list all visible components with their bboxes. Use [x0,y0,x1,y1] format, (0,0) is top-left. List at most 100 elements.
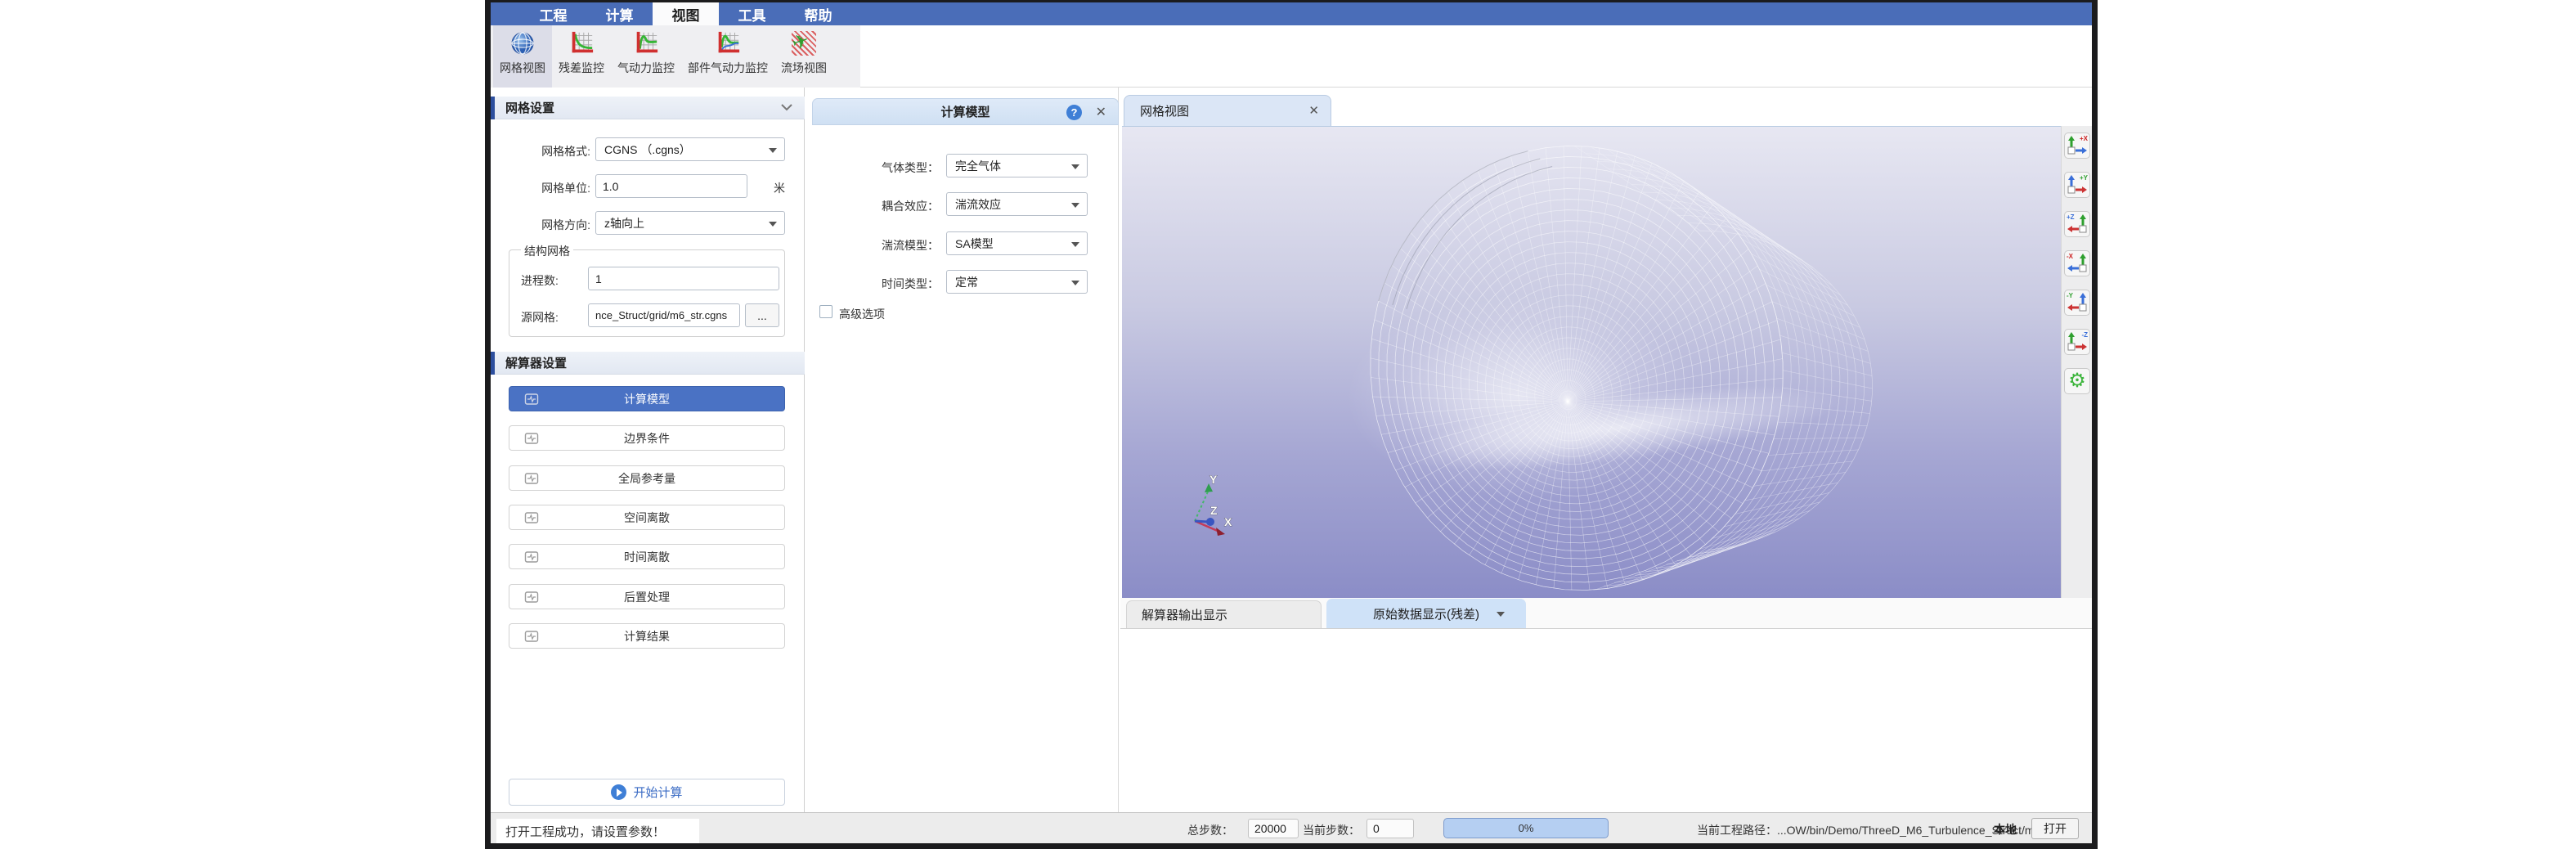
view-plus-y-button[interactable]: +Y [2064,172,2090,198]
source-mesh-input[interactable] [588,303,740,327]
menu-item-compute[interactable]: 计算 [586,2,653,25]
time-type-value: 定常 [955,274,978,290]
mesh-settings-panel: 网格设置 网格格式: CGNS （.cgns） 网格单位: 米 网格方向: z轴… [491,88,805,815]
chevron-down-icon[interactable] [780,103,793,111]
status-message: 打开工程成功，请设置参数！ [496,819,699,843]
gas-type-label: 气体类型： [849,159,939,176]
+X-axes-icon: +X [2065,133,2089,158]
mesh-3d-viewport[interactable]: Y X Z [1122,126,2061,598]
view-minus-x-button[interactable]: -X [2064,250,2090,276]
toolbar-residual-monitor-button[interactable]: 残差监控 [552,25,611,88]
status-bar: 打开工程成功，请设置参数！ 总步数： 当前步数： 0% 当前工程路径：...OW… [491,812,2092,843]
mesh-format-select[interactable]: CGNS （.cgns） [595,137,785,161]
browse-label: ... [757,309,767,322]
mesh-unit-input[interactable] [595,174,747,198]
computation-model-header: 计算模型 ? ✕ [812,98,1119,125]
coupling-effect-select[interactable]: 湍流效应 [946,192,1088,216]
mesh-unit-label: 网格单位: [533,180,590,196]
toolbar-mesh-view-button[interactable]: 网格视图 [493,25,552,88]
view-minus-y-button[interactable]: -Y [2064,290,2090,316]
axis-triad: Y X Z [1159,469,1249,542]
view-settings-button[interactable]: ⚙ [2064,368,2090,394]
turbulence-model-value: SA模型 [955,236,994,252]
solver-output-tab[interactable]: 解算器输出显示 [1126,600,1322,628]
dropdown-arrow-icon [769,222,777,227]
svg-text:-Z: -Z [2081,331,2088,339]
toolbar-component-aero-monitor-button[interactable]: 部件气动力监控 [681,25,774,88]
view-orientation-toolbar: +X +Y +Z -X -Y -Z ⚙ [2061,126,2092,598]
gas-type-value: 完全气体 [955,158,1001,174]
project-path-value: ...OW/bin/Demo/ThreeD_M6_Turbulence_Stru… [1777,824,2072,837]
help-icon[interactable]: ? [1066,105,1082,120]
mesh-direction-select[interactable]: z轴向上 [595,211,785,235]
screen: 工程 计算 视图 工具 帮助 [0,0,2576,849]
raw-data-display-select[interactable]: 原始数据显示(残差) [1326,599,1526,628]
gear-icon: ⚙ [2068,371,2086,391]
pulse-icon [524,392,539,407]
app-window: 工程 计算 视图 工具 帮助 [485,0,2098,849]
raw-data-display-value: 原始数据显示(残差) [1373,605,1479,622]
close-icon[interactable]: ✕ [1308,103,1319,118]
menu-item-help[interactable]: 帮助 [785,2,851,25]
location-badge: 本地 [1994,821,2017,838]
solver-item-computation-model[interactable]: 计算模型 [509,386,785,411]
view-plus-z-button[interactable]: +Z [2064,211,2090,237]
app-content: 工程 计算 视图 工具 帮助 [491,2,2092,843]
menu-item-tools[interactable]: 工具 [719,2,785,25]
total-steps-input[interactable] [1248,819,1299,838]
pulse-icon [524,590,539,604]
toolbar-flowfield-view-button[interactable]: ✈ 流场视图 [774,25,833,88]
close-icon[interactable]: ✕ [1096,104,1106,120]
dropdown-arrow-icon [769,148,777,153]
dropdown-arrow-icon [1071,203,1079,208]
solver-item-time-discretization[interactable]: 时间离散 [509,544,785,569]
status-message-text: 打开工程成功，请设置参数！ [505,823,665,840]
toolbar-aero-monitor-button[interactable]: 气动力监控 [611,25,681,88]
toolbar-label: 部件气动力监控 [688,60,768,76]
start-computation-button[interactable]: 开始计算 [509,779,785,806]
wireframe-mesh-model [1122,127,2061,598]
turbulence-model-select[interactable]: SA模型 [946,231,1088,255]
total-steps-label: 总步数： [1187,822,1233,838]
mesh-format-value: CGNS （.cgns） [604,142,691,158]
mesh-settings-header[interactable]: 网格设置 [491,97,805,119]
-Z-axes-icon: -Z [2065,330,2089,354]
progress-bar: 0% [1443,818,1609,838]
output-tab-row: 解算器输出显示 原始数据显示(残差) [1120,598,2092,628]
globe-icon [509,29,536,57]
main-area: 网格设置 网格格式: CGNS （.cgns） 网格单位: 米 网格方向: z轴… [491,88,2092,815]
mesh-direction-label: 网格方向: [533,217,590,233]
current-steps-input[interactable] [1367,819,1414,838]
mesh-view-tab[interactable]: 网格视图 ✕ [1124,95,1331,126]
solver-item-computation-results[interactable]: 计算结果 [509,623,785,649]
time-type-label: 时间类型： [849,276,939,292]
open-button[interactable]: 打开 [2031,818,2079,839]
mesh-unit-suffix: 米 [774,180,785,196]
process-count-input[interactable] [588,267,779,290]
advanced-options-checkbox[interactable] [819,305,832,318]
solver-item-label: 全局参考量 [618,470,675,487]
dropdown-arrow-icon [1071,164,1079,169]
component-aero-chart-icon [714,29,742,57]
solver-item-label: 计算模型 [624,391,670,407]
view-plus-x-button[interactable]: +X [2064,133,2090,159]
toolbar-label: 流场视图 [781,60,827,76]
view-minus-z-button[interactable]: -Z [2064,329,2090,355]
gas-type-select[interactable]: 完全气体 [946,154,1088,177]
play-icon [611,784,626,800]
solver-item-spatial-discretization[interactable]: 空间离散 [509,505,785,530]
mesh-view-tab-label: 网格视图 [1140,102,1189,119]
menu-item-project[interactable]: 工程 [520,2,586,25]
aero-chart-icon [632,29,660,57]
toolbar-label: 网格视图 [500,60,545,76]
mesh-settings-title: 网格设置 [505,99,554,116]
solver-item-global-reference[interactable]: 全局参考量 [509,465,785,491]
solver-item-boundary-conditions[interactable]: 边界条件 [509,425,785,451]
menu-item-view[interactable]: 视图 [653,2,719,25]
toolbar-group: 网格视图 残差监控 [491,25,860,88]
source-mesh-label: 源网格: [509,309,563,326]
solver-item-post-processing[interactable]: 后置处理 [509,584,785,609]
browse-button[interactable]: ... [745,303,779,327]
time-type-select[interactable]: 定常 [946,270,1088,294]
toolbar-label: 气动力监控 [617,60,675,76]
